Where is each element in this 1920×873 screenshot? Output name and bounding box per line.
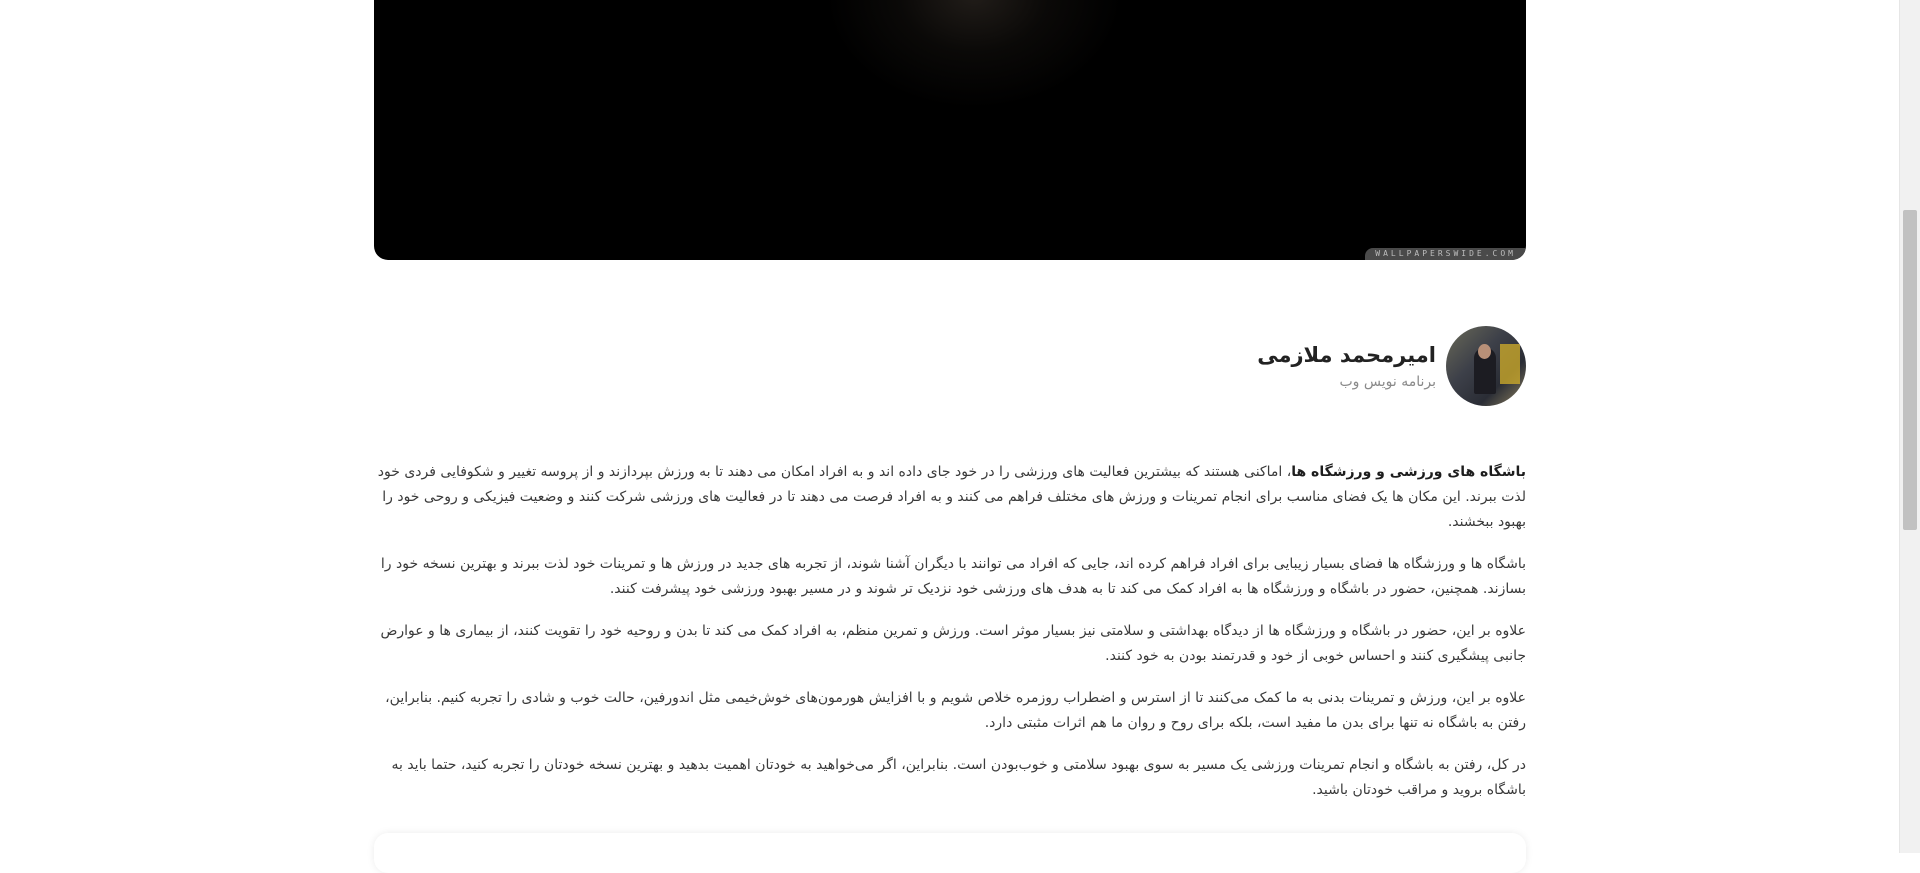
page-scrollbar[interactable] — [1899, 0, 1920, 853]
author-name[interactable]: امیرمحمد ملازمی — [1257, 342, 1436, 368]
author-avatar[interactable] — [1446, 326, 1526, 406]
article-paragraph-5: در کل، رفتن به باشگاه و انجام تمرینات ور… — [391, 757, 1526, 798]
cover-image-figure — [824, 0, 1124, 110]
cover-watermark: WALLPAPERSWIDE.COM — [1365, 248, 1526, 260]
author-box: امیرمحمد ملازمی برنامه نویس وب — [1257, 326, 1526, 406]
article-paragraph-3: علاوه بر این، حضور در باشگاه و ورزشگاه ه… — [380, 623, 1526, 664]
article-cover-image: WALLPAPERSWIDE.COM — [374, 0, 1526, 260]
avatar-background-shelf — [1500, 344, 1520, 384]
article-paragraph-4: علاوه بر این، ورزش و تمرینات بدنی به ما … — [385, 690, 1526, 731]
avatar-face — [1478, 344, 1491, 359]
article-keyword: باشگاه های ورزشی و ورزشگاه ها — [1291, 464, 1526, 480]
next-section-card — [374, 833, 1526, 873]
article-paragraph-2: باشگاه ها و ورزشگاه ها فضای بسیار زیبایی… — [380, 556, 1526, 597]
author-info: امیرمحمد ملازمی برنامه نویس وب — [1257, 342, 1436, 390]
author-role: برنامه نویس وب — [1339, 374, 1436, 390]
article-body: باشگاه های ورزشی و ورزشگاه ها، اماکنی هس… — [374, 460, 1526, 820]
article-paragraph-1: باشگاه های ورزشی و ورزشگاه ها، اماکنی هس… — [374, 460, 1526, 535]
scrollbar-thumb[interactable] — [1903, 210, 1917, 530]
